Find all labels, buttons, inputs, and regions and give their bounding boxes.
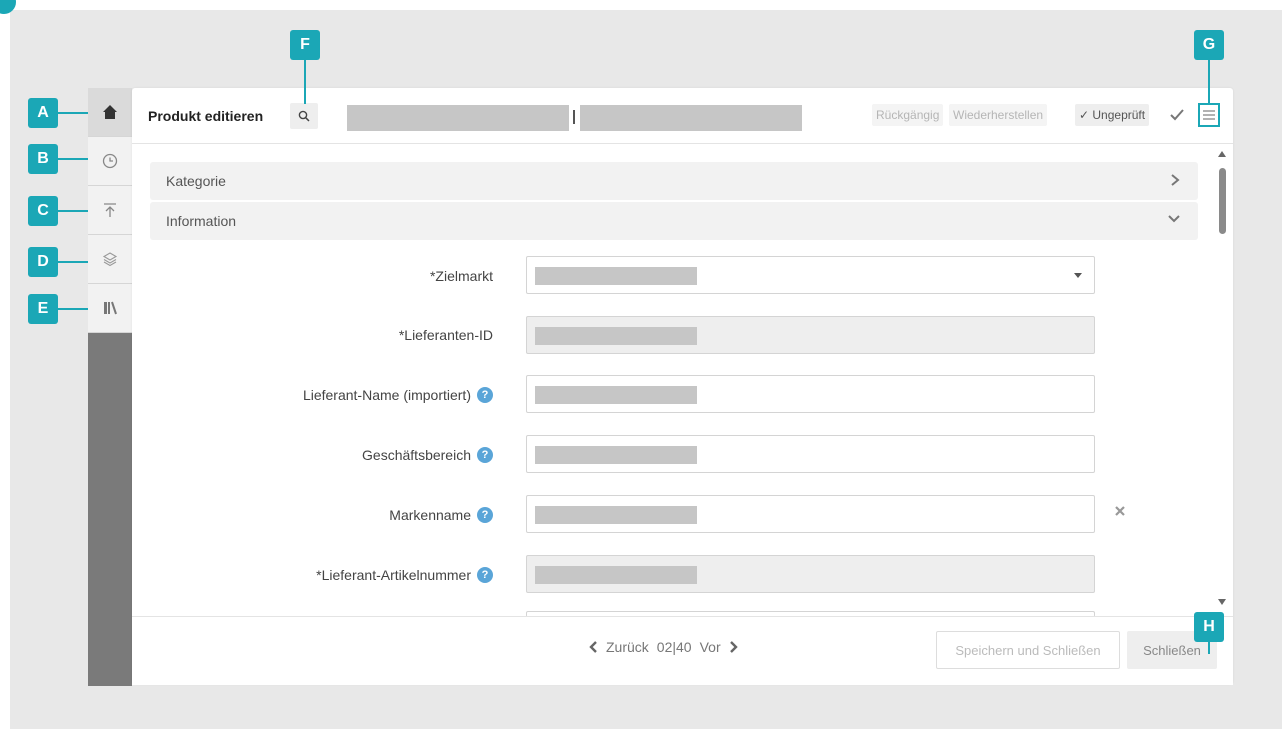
target-market-label-text: *Zielmarkt: [429, 268, 493, 284]
redacted-value: [535, 506, 697, 524]
callout-c: C: [28, 196, 58, 226]
page-title: Produkt editieren: [148, 108, 264, 124]
sidebar-item-history[interactable]: [88, 137, 132, 186]
help-icon[interactable]: ?: [477, 507, 493, 523]
sidebar-item-home[interactable]: [88, 88, 132, 137]
prev-label: Zurück: [606, 639, 649, 655]
status-unchecked-button[interactable]: ✓ Ungeprüft: [1075, 104, 1150, 126]
section-information[interactable]: Information: [150, 202, 1198, 240]
library-icon: [104, 301, 117, 315]
chevron-left-icon: [589, 641, 597, 653]
callout-c-line: [58, 210, 88, 212]
sidebar-item-layers[interactable]: [88, 235, 132, 284]
chevron-right-icon: [1171, 174, 1180, 186]
search-icon: [298, 110, 310, 122]
undo-button[interactable]: Rückgängig: [872, 104, 944, 126]
field-label-supplier-name: Lieferant-Name (importiert) ?: [303, 387, 493, 403]
menu-button[interactable]: [1198, 103, 1220, 127]
help-icon[interactable]: ?: [477, 447, 493, 463]
sidebar-item-upload[interactable]: [88, 186, 132, 235]
chevron-right-icon: [729, 641, 738, 653]
redacted-product-name: [347, 105, 569, 131]
header-divider: [573, 110, 575, 124]
brand-name-field[interactable]: [526, 495, 1095, 533]
brand-name-label-text: Markenname: [389, 507, 471, 523]
supplier-article-no-field: [526, 555, 1095, 593]
sidebar-item-library[interactable]: [88, 284, 132, 333]
help-icon[interactable]: ?: [477, 387, 493, 403]
sidebar: [88, 88, 132, 686]
callout-h: H: [1194, 612, 1224, 642]
pagination: Zurück 02|40 Vor: [588, 639, 739, 655]
callout-h-line: [1208, 642, 1210, 654]
scroll-down-arrow[interactable]: [1218, 599, 1226, 605]
field-label-supplier-article-no: *Lieferant-Artikelnummer ?: [316, 567, 493, 583]
callout-b-line: [58, 158, 88, 160]
home-icon: [103, 105, 117, 119]
upload-icon: [104, 203, 116, 217]
section-information-label: Information: [166, 213, 237, 229]
callout-e-line: [58, 308, 88, 310]
target-market-select[interactable]: [526, 256, 1095, 294]
redacted-product-id: [580, 105, 802, 131]
search-button[interactable]: [290, 103, 318, 129]
clear-icon[interactable]: [1114, 505, 1126, 517]
redacted-value: [535, 566, 697, 584]
panel-footer: Zurück 02|40 Vor Speichern und Schließen…: [132, 616, 1233, 685]
redacted-value: [535, 386, 697, 404]
chevron-down-icon: [1168, 215, 1180, 223]
scroll-up-arrow[interactable]: [1218, 151, 1226, 157]
page-total: 40: [676, 639, 692, 655]
supplier-id-field: [526, 316, 1095, 354]
redacted-value: [535, 327, 697, 345]
callout-b: B: [28, 144, 58, 174]
prev-button[interactable]: Zurück: [588, 639, 649, 655]
callout-e: E: [28, 294, 58, 324]
page-current: 02: [656, 639, 673, 655]
next-label: Vor: [699, 639, 721, 655]
callout-a-line: [58, 112, 88, 114]
next-button[interactable]: Vor: [700, 639, 739, 655]
section-category-label: Kategorie: [166, 173, 226, 189]
field-label-supplier-id: *Lieferanten-ID: [399, 327, 493, 343]
caret-down-icon: [1074, 273, 1082, 278]
callout-f: F: [290, 30, 320, 60]
field-label-business-unit: Geschäftsbereich ?: [362, 447, 493, 463]
hamburger-icon: [1203, 110, 1215, 120]
supplier-name-label-text: Lieferant-Name (importiert): [302, 387, 471, 403]
business-unit-field[interactable]: [526, 435, 1095, 473]
field-label-target-market: *Zielmarkt: [430, 268, 493, 284]
callout-a: A: [28, 98, 58, 128]
redo-button[interactable]: Wiederherstellen: [949, 104, 1048, 126]
panel-header: Produkt editieren Rückgängig Wiederherst…: [132, 88, 1233, 144]
business-unit-label-text: Geschäftsbereich: [362, 447, 471, 463]
redacted-value: [535, 446, 697, 464]
page-indicator: 02|40: [657, 639, 692, 655]
callout-g-line: [1208, 60, 1210, 103]
callout-f-line: [304, 60, 306, 104]
help-icon[interactable]: ?: [477, 567, 493, 583]
callout-g: G: [1194, 30, 1224, 60]
supplier-name-field[interactable]: [526, 375, 1095, 413]
field-label-brand-name: Markenname ?: [389, 507, 493, 523]
supplier-article-no-label-text: *Lieferant-Artikelnummer: [316, 567, 471, 583]
clock-icon: [102, 153, 118, 169]
supplier-id-label-text: *Lieferanten-ID: [398, 327, 493, 343]
callout-d: D: [28, 247, 58, 277]
approve-check-icon[interactable]: [1168, 106, 1186, 124]
callout-d-line: [58, 261, 88, 263]
save-and-close-button[interactable]: Speichern und Schließen: [936, 631, 1120, 669]
redacted-value: [535, 267, 697, 285]
scrollbar-thumb[interactable]: [1219, 168, 1226, 234]
layers-icon: [102, 252, 118, 267]
section-category[interactable]: Kategorie: [150, 162, 1198, 200]
edit-product-panel: Produkt editieren Rückgängig Wiederherst…: [132, 88, 1233, 685]
